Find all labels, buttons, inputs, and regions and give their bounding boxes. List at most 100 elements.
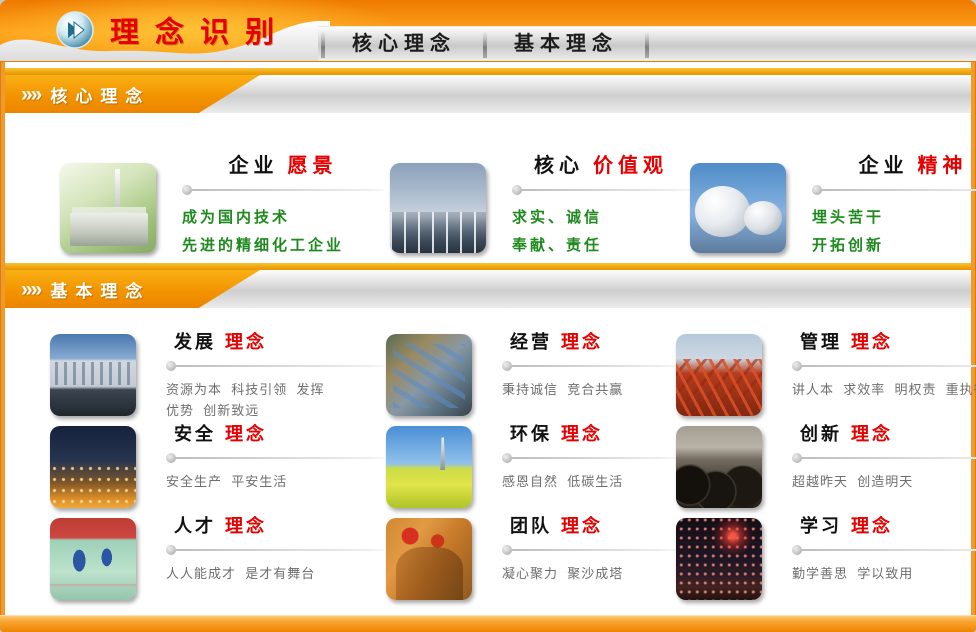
- basic-item-management: 管理理念 讲人本 求效率 明权责 重执行: [676, 328, 976, 420]
- item-photo: [386, 426, 472, 508]
- item-title: 管理理念: [792, 328, 976, 354]
- basic-item-talent: 人才理念 人人能成才 是才有舞台: [50, 512, 386, 604]
- basic-item-environment: 环保理念 感恩自然 低碳生活: [386, 420, 676, 512]
- item-text-line: 超越昨天 创造明天: [792, 472, 976, 493]
- divider-dot: [502, 453, 512, 463]
- item-title-black: 环保: [510, 424, 552, 444]
- item-title: 环保理念: [502, 420, 676, 446]
- core-concepts-grid: 企业愿景 成为国内技术 先进的精细化工企业 核心价值观 求实、诚信 奉献、责任: [5, 113, 971, 263]
- item-text-line: 奉献、责任: [512, 232, 690, 260]
- item-title-black: 团队: [510, 516, 552, 536]
- tab-core-concepts[interactable]: 核心理念: [328, 27, 480, 61]
- item-text-line: 讲人本 求效率 明权责 重执行: [792, 380, 976, 401]
- item-title-black: 发展: [174, 332, 216, 352]
- item-title-black: 企业: [229, 155, 279, 177]
- item-text-line: 成为国内技术: [182, 204, 384, 232]
- item-photo: [676, 426, 762, 508]
- item-title-black: 核心: [534, 155, 584, 177]
- basic-item-learning: 学习理念 勤学善思 学以致用: [676, 512, 976, 604]
- item-photo: [386, 334, 472, 416]
- main-content: »» 核心理念 企业愿景 成为国内技术 先进的精细化工企业: [5, 62, 971, 615]
- banner-orange-wedge: »» 基本理念: [5, 270, 260, 308]
- chevron-icon: »»: [21, 279, 40, 300]
- item-photo: [50, 518, 136, 600]
- divider-dot: [502, 361, 512, 371]
- basic-item-safety: 安全理念 安全生产 平安生活: [50, 420, 386, 512]
- gold-strip: [5, 263, 971, 270]
- divider-dot: [512, 185, 522, 195]
- footer-bar: [0, 615, 976, 632]
- item-title-red: 理念: [851, 516, 893, 536]
- basic-concepts-grid: 发展理念 资源为本 科技引领 发挥 优势 创新致远 经营理念 秉持诚信 竞合共赢: [5, 308, 971, 615]
- tab-bar: 核心理念 基本理念: [318, 26, 976, 61]
- divider-dot: [792, 545, 802, 555]
- chevron-icon: »»: [21, 84, 40, 105]
- item-title-black: 人才: [174, 516, 216, 536]
- page: 理 念 识 别 核心理念 基本理念 »» 核心理念: [0, 0, 976, 632]
- title-divider: [166, 545, 384, 555]
- play-icon: [56, 11, 94, 49]
- item-title: 发展理念: [166, 328, 384, 354]
- item-title-red: 理念: [561, 332, 603, 352]
- title-divider: [502, 453, 676, 463]
- title-divider: [792, 545, 976, 555]
- title-divider: [792, 453, 976, 463]
- tab-basic-concepts[interactable]: 基本理念: [490, 27, 642, 61]
- item-photo: [390, 163, 486, 253]
- item-title-black: 创新: [800, 424, 842, 444]
- item-text-line: 感恩自然 低碳生活: [502, 472, 676, 493]
- item-photo: [50, 426, 136, 508]
- item-text-line: 人人能成才 是才有舞台: [166, 564, 384, 585]
- tab-separator: [483, 31, 487, 58]
- basic-item-development: 发展理念 资源为本 科技引领 发挥 优势 创新致远: [50, 328, 386, 420]
- item-title: 安全理念: [166, 420, 384, 446]
- item-photo: [690, 163, 786, 253]
- item-title: 经营理念: [502, 328, 676, 354]
- divider-dot: [792, 453, 802, 463]
- divider-dot: [792, 361, 802, 371]
- item-title: 核心价值观: [512, 149, 690, 178]
- header: 理 念 识 别 核心理念 基本理念: [0, 0, 976, 62]
- item-text-line: 开拓创新: [812, 232, 976, 260]
- tab-separator: [645, 31, 649, 58]
- item-photo: [386, 518, 472, 600]
- item-title-red: 理念: [851, 424, 893, 444]
- item-title-black: 管理: [800, 332, 842, 352]
- item-title-red: 精神: [918, 155, 968, 177]
- item-photo: [50, 334, 136, 416]
- core-item-values: 核心价值观 求实、诚信 奉献、责任: [390, 149, 690, 263]
- item-title-black: 经营: [510, 332, 552, 352]
- item-text-line: 埋头苦干: [812, 204, 976, 232]
- basic-item-operation: 经营理念 秉持诚信 竞合共赢: [386, 328, 676, 420]
- title-divider: [792, 361, 976, 371]
- item-title-red: 理念: [225, 516, 267, 536]
- divider-dot: [502, 545, 512, 555]
- title-divider: [166, 453, 384, 463]
- section-heading: 基本理念: [50, 277, 150, 302]
- section-banner-core: »» 核心理念: [5, 68, 971, 113]
- item-title-red: 理念: [561, 516, 603, 536]
- item-title-red: 愿景: [288, 155, 338, 177]
- item-title-red: 理念: [225, 424, 267, 444]
- item-title: 企业愿景: [182, 149, 384, 178]
- tab-separator: [321, 31, 325, 58]
- title-divider: [512, 185, 690, 195]
- divider-dot: [166, 361, 176, 371]
- section-heading: 核心理念: [50, 82, 150, 107]
- title-divider: [166, 361, 384, 371]
- core-item-vision: 企业愿景 成为国内技术 先进的精细化工企业: [60, 149, 390, 263]
- item-text-line: 资源为本 科技引领 发挥: [166, 380, 384, 401]
- item-text-line: 秉持诚信 竞合共赢: [502, 380, 676, 401]
- item-photo: [676, 334, 762, 416]
- divider-dot: [166, 545, 176, 555]
- gold-strip: [5, 68, 971, 75]
- basic-item-innovation: 创新理念 超越昨天 创造明天: [676, 420, 976, 512]
- item-text-line: 求实、诚信: [512, 204, 690, 232]
- item-text-line: 先进的精细化工企业: [182, 232, 384, 260]
- page-title: 理 念 识 别: [110, 9, 278, 51]
- divider-dot: [166, 453, 176, 463]
- item-title-red: 理念: [561, 424, 603, 444]
- divider-dot: [182, 185, 192, 195]
- banner-orange-wedge: »» 核心理念: [5, 75, 260, 113]
- section-banner-basic: »» 基本理念: [5, 263, 971, 308]
